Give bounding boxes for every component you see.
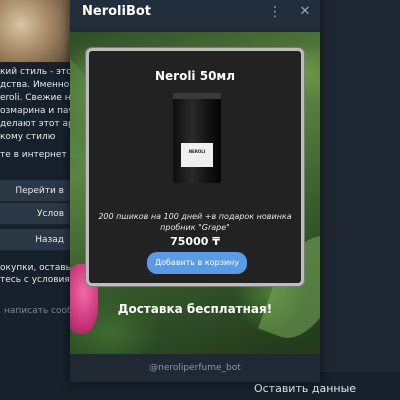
title-bar: NeroliBot ⋮ ✕	[70, 0, 320, 26]
chat-text-line: дства. Именно эти	[0, 80, 70, 90]
chat-text-line: кий стиль - это си	[0, 67, 70, 77]
chat-inline-button-back[interactable]: Назад	[0, 229, 70, 251]
chat-message-text: кий стиль - это си дства. Именно эти ero…	[0, 66, 70, 144]
window-title: NeroliBot	[82, 4, 152, 19]
add-to-cart-button[interactable]: Добавить в корзину	[147, 252, 247, 274]
screen: кий стиль - это си дства. Именно эти ero…	[0, 0, 400, 400]
webview: Neroli 50мл NEROLI 200 пшиков на 100 дне…	[70, 32, 320, 354]
delivery-banner: Доставка бесплатная!	[117, 302, 273, 316]
chat-text-line: тесь с условиями	[0, 275, 70, 285]
chat-inline-button-go[interactable]: Перейти в	[0, 180, 70, 202]
product-description: 200 пшиков на 100 дней +в подарок новинк…	[98, 212, 292, 232]
vertical-dots-icon[interactable]: ⋮	[268, 4, 282, 20]
chat-text-line: окупки, оставьте	[0, 263, 70, 273]
bottle-cap	[173, 93, 221, 99]
mini-app-window: NeroliBot ⋮ ✕ Neroli 50мл NEROLI 200 пши…	[70, 0, 320, 382]
product-card: Neroli 50мл NEROLI 200 пшиков на 100 дне…	[86, 48, 304, 286]
chat-text-line: озмарина и пачу	[0, 106, 70, 116]
message-input[interactable]: написать сообщение	[0, 300, 70, 322]
bottle-label-text: NEROLI	[188, 149, 206, 154]
chat-text-line: eroli. Свежие нот	[0, 93, 70, 103]
chat-inline-button-conditions[interactable]: Услов	[0, 203, 70, 225]
bot-handle-footer: @neroliperfume_bot	[70, 354, 320, 382]
product-title: Neroli 50мл	[154, 69, 236, 83]
right-panel	[320, 0, 400, 400]
chat-text-line: те в интернет маг	[0, 150, 70, 160]
chat-text-line: кому стилю	[0, 132, 56, 142]
chat-photo	[0, 0, 70, 62]
bottle	[173, 93, 221, 183]
leave-data-button[interactable]: Оставить данные	[240, 380, 370, 398]
product-image: NEROLI	[173, 93, 221, 183]
chat-message-text-2: окупки, оставьте тесь с условиями	[0, 262, 70, 286]
product-price: 75000 ₸	[170, 235, 220, 248]
chat-text-line: делают этот аром	[0, 119, 70, 129]
close-icon[interactable]: ✕	[298, 4, 312, 20]
bottle-label: NEROLI	[181, 143, 213, 167]
